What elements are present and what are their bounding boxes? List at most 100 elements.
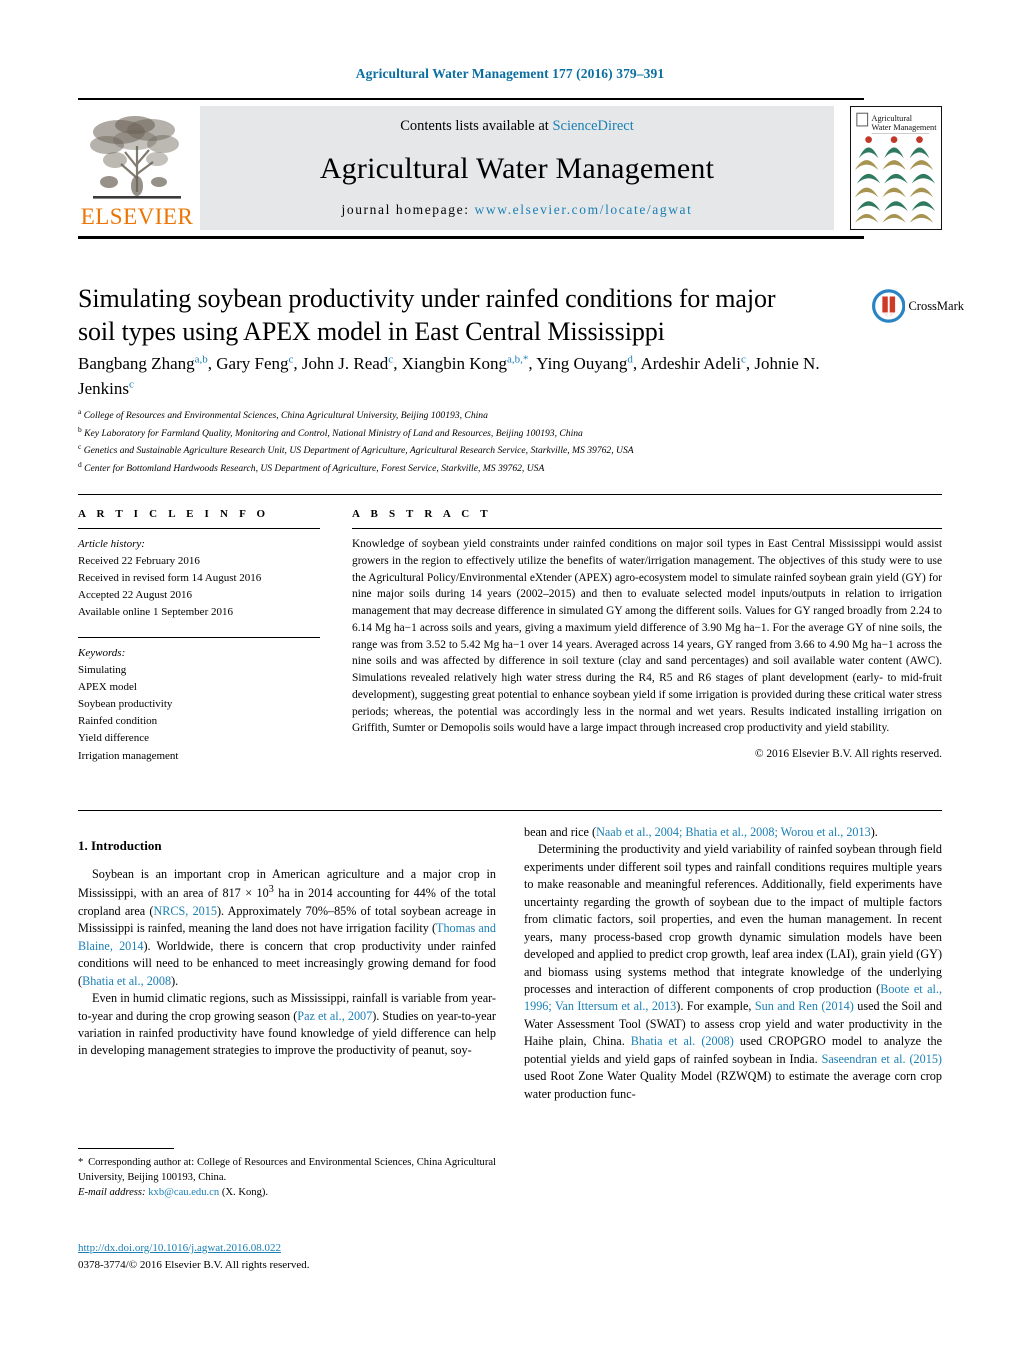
elsevier-logo: ELSEVIER <box>78 106 196 230</box>
svg-text:Agricultural: Agricultural <box>872 114 913 123</box>
abstract-rule <box>352 528 942 529</box>
citation-link[interactable]: Paz et al., 2007 <box>297 1009 372 1023</box>
article-history-item: Received in revised form 14 August 2016 <box>78 572 262 585</box>
section-heading-introduction: 1. Introduction <box>78 838 162 853</box>
left-paragraphs: Soybean is an important crop in American… <box>78 866 496 1060</box>
email-owner: (X. Kong). <box>221 1187 269 1199</box>
homepage-prefix: journal homepage: <box>341 202 475 217</box>
article-history-item: Available online 1 September 2016 <box>78 606 233 619</box>
citation-link[interactable]: NRCS, 2015 <box>153 904 217 918</box>
crossmark-icon <box>872 289 906 323</box>
citation-link[interactable]: Boote et al., 1996; Van Ittersum et al.,… <box>524 982 942 1013</box>
corresponding-author-footnote: * Corresponding author at: College of Re… <box>78 1148 496 1200</box>
superscript: 3 <box>268 884 274 896</box>
author-name: Xiangbin Kong <box>401 354 507 373</box>
affiliation-mark: c <box>78 442 82 452</box>
author-affiliation-mark: d <box>627 353 633 366</box>
citation-link[interactable]: Sun and Ren (2014) <box>755 999 854 1013</box>
issn-copyright-line: 0378-3774/© 2016 Elsevier B.V. All right… <box>78 1258 310 1271</box>
affiliation-item: b Key Laboratory for Farmland Quality, M… <box>78 424 583 439</box>
title-block: Simulating soybean productivity under ra… <box>78 282 864 349</box>
keyword-item: Simulating <box>78 664 127 677</box>
footnote-rule <box>78 1148 174 1149</box>
affiliation-list: a College of Resources and Environmental… <box>78 406 878 477</box>
elsevier-wordmark: ELSEVIER <box>80 204 194 229</box>
article-info-block: A R T I C L E I N F O Article history: R… <box>78 508 320 765</box>
contents-available-line: Contents lists available at ScienceDirec… <box>200 118 834 135</box>
paper-page: Agricultural Water Management 177 (2016)… <box>0 0 1020 1351</box>
sciencedirect-link[interactable]: ScienceDirect <box>552 118 633 134</box>
journal-homepage-line: journal homepage: www.elsevier.com/locat… <box>200 202 834 218</box>
body-paragraph: Determining the productivity and yield v… <box>524 842 942 1101</box>
author-affiliation-mark: c <box>388 353 394 366</box>
citation-link[interactable]: Thomas and Blaine, 2014 <box>78 921 496 952</box>
citation-link[interactable]: Saseendran et al. (2015) <box>822 1052 942 1066</box>
homepage-link[interactable]: www.elsevier.com/locate/agwat <box>475 202 693 217</box>
info-top-rule <box>78 494 942 495</box>
footnote-star: * <box>78 1157 86 1168</box>
keywords-list: Simulating APEX model Soybean productivity… <box>78 662 320 764</box>
body-paragraph: Soybean is an important crop in American… <box>78 867 497 988</box>
masthead-banner: Contents lists available at ScienceDirec… <box>200 106 834 230</box>
footnote-text: * Corresponding author at: College of Re… <box>78 1155 496 1200</box>
keyword-item: Irrigation management <box>78 749 179 762</box>
keyword-item: Yield difference <box>78 732 149 745</box>
author-affiliation-mark: a,b <box>194 353 208 366</box>
abstract-heading: A B S T R A C T <box>352 508 492 520</box>
author-name: Bangbang Zhang <box>78 354 195 373</box>
author-affiliation-mark: c <box>129 377 134 390</box>
author-name: Ardeshir Adeli <box>640 354 742 373</box>
contents-prefix: Contents lists available at <box>400 118 553 134</box>
article-info-rule <box>78 528 320 529</box>
affiliation-item: d Center for Bottomland Hardwoods Resear… <box>78 460 545 475</box>
keyword-item: Soybean productivity <box>78 698 173 711</box>
citation-link[interactable]: Bhatia et al., 2008 <box>82 974 171 988</box>
affiliation-item: a College of Resources and Environmental… <box>78 407 488 422</box>
masthead-bottom-rule <box>78 236 864 239</box>
journal-masthead: ELSEVIER Contents lists available at Sci… <box>78 98 942 239</box>
author-name: Ying Ouyang <box>536 354 628 373</box>
body-paragraph: bean and rice (Naab et al., 2004; Bhatia… <box>524 825 878 839</box>
citation-link[interactable]: Bhatia et al. (2008) <box>631 1034 734 1048</box>
abstract-text: Knowledge of soybean yield constraints u… <box>352 538 942 735</box>
email-label: E-mail address: <box>78 1187 146 1199</box>
crossmark-label: CrossMark <box>908 298 964 313</box>
abstract-block: A B S T R A C T Knowledge of soybean yie… <box>352 508 942 760</box>
abstract-copyright: © 2016 Elsevier B.V. All rights reserved… <box>754 748 942 761</box>
author-name: John J. Read <box>301 354 389 373</box>
affiliation-item: c Genetics and Sustainable Agriculture R… <box>78 442 634 457</box>
article-title: Simulating soybean productivity under ra… <box>78 284 776 347</box>
journal-title: Agricultural Water Management <box>319 151 715 185</box>
running-head: Agricultural Water Management 177 (2016)… <box>355 66 665 81</box>
body-left-column: 1. Introduction Soybean is an important … <box>78 824 496 1103</box>
crossmark-badge[interactable]: CrossMark <box>872 282 964 330</box>
author-name: Gary Feng <box>216 354 289 373</box>
masthead-top-rule <box>78 98 864 100</box>
affiliation-mark: b <box>78 424 82 434</box>
keyword-item: Rainfed condition <box>78 715 158 728</box>
keyword-item: APEX model <box>78 681 137 694</box>
body-right-column: bean and rice (Naab et al., 2004; Bhatia… <box>524 824 942 1103</box>
author-list: Bangbang Zhanga,b, Gary Fengc, John J. R… <box>78 353 820 398</box>
author-affiliation-mark: a,b,* <box>506 353 529 366</box>
right-paragraphs: bean and rice (Naab et al., 2004; Bhatia… <box>524 824 942 1103</box>
body-columns: 1. Introduction Soybean is an important … <box>78 824 942 1103</box>
journal-cover-art-icon: Agricultural Water Management <box>851 107 941 229</box>
elsevier-tree-icon <box>90 116 181 199</box>
keywords-label: Keywords: <box>78 647 126 660</box>
article-info-heading: A R T I C L E I N F O <box>78 508 270 520</box>
article-history-list: Received 22 February 2016 Received in rev… <box>78 553 320 621</box>
article-history-item: Received 22 February 2016 <box>78 555 200 568</box>
doi-block: http://dx.doi.org/10.1016/j.agwat.2016.0… <box>78 1238 508 1273</box>
author-affiliation-mark: c <box>288 353 294 366</box>
article-history-label: Article history: <box>78 538 145 550</box>
journal-cover-thumbnail: Agricultural Water Management <box>850 106 942 230</box>
email-link[interactable]: kxb@cau.edu.cn <box>148 1187 219 1198</box>
keywords-rule <box>78 637 320 639</box>
author-affiliation-mark: c <box>741 353 746 366</box>
info-bottom-rule <box>78 810 942 811</box>
footnote-corresponding: Corresponding author at: College of Reso… <box>78 1157 496 1184</box>
article-history-item: Accepted 22 August 2016 <box>78 589 192 602</box>
citation-link[interactable]: Naab et al., 2004; Bhatia et al., 2008; … <box>596 825 871 839</box>
doi-link[interactable]: http://dx.doi.org/10.1016/j.agwat.2016.0… <box>78 1242 281 1254</box>
